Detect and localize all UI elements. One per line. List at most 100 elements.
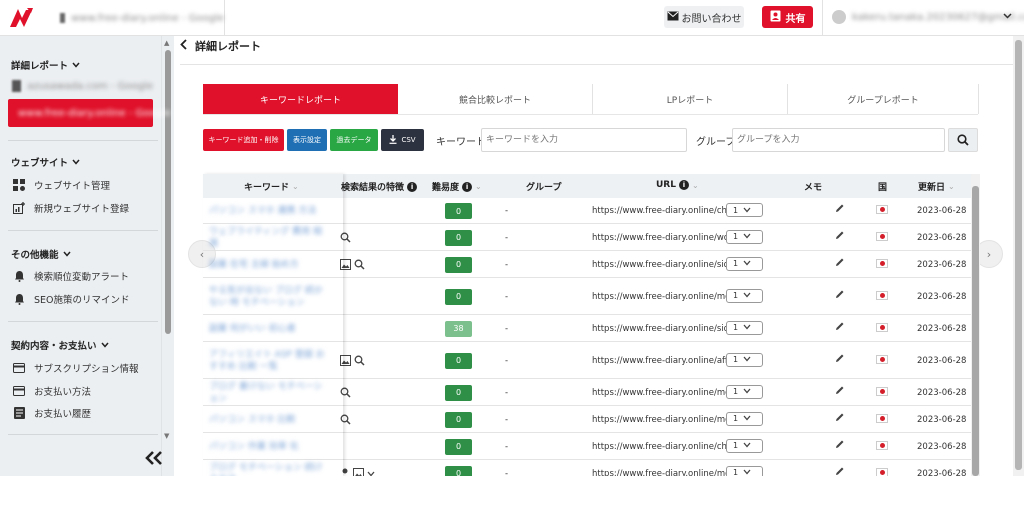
search-icon[interactable]	[354, 259, 365, 270]
page-title-text: 詳細レポート	[195, 40, 261, 53]
url-cell[interactable]: https://www.free-diary.online/affi...	[592, 355, 738, 367]
tab-lp-report[interactable]: LPレポート	[593, 84, 787, 114]
sidebar-item-website-manage[interactable]: ウェブサイト管理	[13, 178, 110, 192]
column-header-features[interactable]: 検索結果の特徴 i	[341, 180, 418, 193]
pencil-icon[interactable]	[835, 412, 845, 425]
column-header-updated[interactable]: 更新日 ⌄	[918, 180, 955, 193]
url-cell[interactable]: https://www.free-diary.online/mo...	[592, 414, 738, 426]
keyword-search-input[interactable]	[481, 128, 687, 152]
bell-icon	[13, 293, 25, 305]
rank-select[interactable]: 1	[726, 352, 763, 367]
sidebar-item-seo-reminder[interactable]: SEO施策のリマインド	[13, 292, 130, 306]
url-cell[interactable]: https://www.free-diary.online/sid...	[592, 259, 737, 271]
info-icon[interactable]: i	[678, 180, 689, 190]
rank-select-cell[interactable]: 1	[726, 320, 763, 335]
url-cell[interactable]: https://www.free-diary.online/mo...	[592, 291, 738, 303]
column-header-url[interactable]: URL i ⌄	[656, 180, 699, 190]
url-cell[interactable]: https://www.free-diary.online/mo...	[592, 387, 738, 399]
rank-select-cell[interactable]: 1	[726, 288, 763, 303]
url-cell[interactable]: https://www.free-diary.online/ch...	[592, 205, 735, 217]
tab-keyword-report[interactable]: キーワードレポート	[203, 84, 398, 114]
rank-select[interactable]: 1	[726, 229, 763, 244]
rank-select-cell[interactable]: 1	[726, 411, 763, 426]
scroll-up-icon[interactable]: ▲	[164, 39, 169, 47]
add-delete-keyword-button[interactable]: キーワード追加・削除	[203, 129, 284, 151]
pencil-icon[interactable]	[835, 203, 845, 216]
sidebar-item-subscription[interactable]: サブスクリプション情報	[13, 361, 139, 375]
past-data-button[interactable]: 過去データ	[330, 129, 378, 151]
collapse-sidebar-icon[interactable]	[145, 447, 163, 472]
rank-select-cell[interactable]: 1	[726, 203, 763, 217]
sidebar-section-contract[interactable]: 契約内容・お支払い	[11, 338, 109, 352]
sidebar-scroll-thumb[interactable]	[165, 50, 171, 334]
url-cell[interactable]: https://www.free-diary.online/wo...	[592, 232, 737, 244]
info-icon[interactable]: i	[462, 181, 473, 192]
rank-select[interactable]: 1	[726, 256, 763, 271]
search-icon[interactable]	[354, 355, 365, 366]
display-settings-button[interactable]: 表示設定	[287, 129, 327, 151]
rank-select[interactable]: 1	[726, 288, 763, 303]
url-cell[interactable]: https://www.free-diary.online/ch...	[592, 441, 735, 453]
info-icon[interactable]: i	[407, 181, 418, 192]
page-scroll-thumb[interactable]	[1015, 40, 1022, 470]
account-email[interactable]: kakeru.tanaka.20230627@gmail.com	[852, 12, 1024, 23]
rank-select-cell[interactable]: 1	[726, 384, 763, 399]
tab-competitor-report[interactable]: 競合比較レポート	[398, 84, 592, 114]
search-button[interactable]	[948, 128, 978, 152]
logo-icon[interactable]	[8, 6, 34, 30]
sidebar-item-site1[interactable]: azusawada.com - Google	[8, 76, 153, 96]
memo-cell[interactable]	[835, 289, 845, 302]
sidebar-section-website[interactable]: ウェブサイト	[11, 155, 80, 169]
sidebar-section-report[interactable]: 詳細レポート	[11, 58, 80, 72]
pencil-icon[interactable]	[835, 439, 845, 452]
pencil-icon[interactable]	[835, 257, 845, 270]
sidebar-item-rank-alert[interactable]: 検索順位変動アラート	[13, 269, 129, 283]
pencil-icon[interactable]	[835, 321, 845, 334]
group-search-input[interactable]	[732, 128, 945, 152]
memo-cell[interactable]	[835, 257, 845, 270]
tab-group-report[interactable]: グループレポート	[788, 84, 978, 114]
pencil-icon[interactable]	[835, 385, 845, 398]
pencil-icon[interactable]	[835, 230, 845, 243]
memo-cell[interactable]	[835, 203, 845, 216]
memo-cell[interactable]	[835, 412, 845, 425]
memo-cell[interactable]	[835, 321, 845, 334]
rank-select[interactable]: 1	[726, 411, 763, 426]
rank-select-cell[interactable]: 1	[726, 256, 763, 271]
column-header-label: 検索結果の特徴	[341, 183, 405, 193]
memo-cell[interactable]	[835, 439, 845, 452]
chevron-down-icon[interactable]	[1003, 11, 1012, 22]
pencil-icon[interactable]	[835, 289, 845, 302]
rank-select-cell[interactable]: 1	[726, 438, 763, 453]
memo-cell[interactable]	[835, 385, 845, 398]
scroll-down-icon[interactable]: ▼	[164, 432, 169, 440]
memo-cell[interactable]	[835, 353, 845, 366]
site-selector[interactable]: www.free-diary.online - Google	[42, 0, 225, 36]
share-button[interactable]: 共有	[762, 6, 813, 28]
sidebar-item-site2[interactable]: www.free-diary.online - Google	[8, 99, 171, 127]
sidebar-item-website-new[interactable]: 新規ウェブサイト登録	[13, 201, 129, 215]
rank-select[interactable]: 1	[726, 203, 763, 217]
rank-select[interactable]: 1	[726, 438, 763, 453]
sidebar-item-payment-history[interactable]: お支払い履歴	[13, 406, 91, 420]
sidebar-section-other[interactable]: その他機能	[11, 247, 71, 261]
rank-select-cell[interactable]: 1	[726, 229, 763, 244]
url-cell[interactable]: https://www.free-diary.online/sid...	[592, 323, 737, 335]
rank-select-cell[interactable]: 1	[726, 352, 763, 367]
table-scroll-thumb[interactable]	[972, 186, 979, 476]
column-header-difficulty[interactable]: 難易度 i ⌄	[432, 180, 482, 193]
button-label: キーワード追加・削除	[208, 136, 279, 144]
tab-label: グループレポート	[847, 95, 919, 106]
column-header-group[interactable]: グループ	[526, 180, 561, 193]
memo-cell[interactable]	[835, 230, 845, 243]
csv-download-button[interactable]: CSV	[381, 129, 424, 151]
sidebar-section-label: 詳細レポート	[11, 61, 69, 72]
rank-select[interactable]: 1	[726, 384, 763, 399]
back-arrow-icon[interactable]	[180, 39, 187, 53]
pencil-icon[interactable]	[835, 353, 845, 366]
contact-button[interactable]: お問い合わせ	[664, 6, 744, 28]
rank-select[interactable]: 1	[726, 320, 763, 335]
country-cell	[876, 258, 888, 268]
sidebar-item-payment-method[interactable]: お支払い方法	[13, 384, 91, 398]
avatar[interactable]	[832, 10, 846, 24]
